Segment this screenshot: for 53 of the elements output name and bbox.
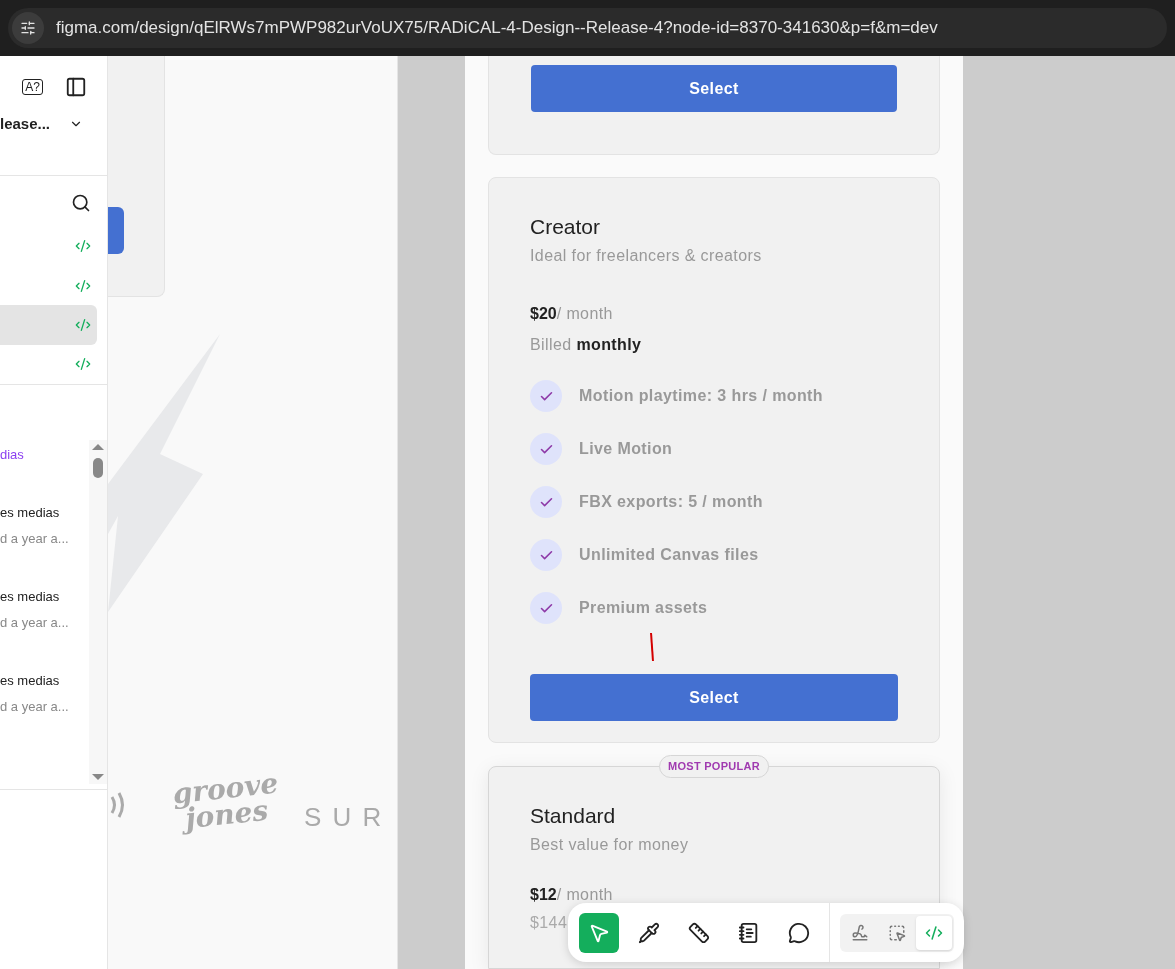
feature-text: FBX exports: 5 / month xyxy=(579,492,763,512)
comment-title[interactable]: es medias xyxy=(0,670,89,690)
select-button[interactable]: Select xyxy=(530,674,898,721)
comment-meta: d a year a... xyxy=(0,614,70,632)
scrollbar[interactable] xyxy=(89,440,107,784)
feature-text: Premium assets xyxy=(579,598,708,618)
price-period: / month xyxy=(556,885,613,905)
price-period: / month xyxy=(556,304,613,324)
code-icon xyxy=(75,356,91,373)
ruler-icon xyxy=(688,921,710,944)
file-name[interactable]: lease... xyxy=(0,113,51,136)
check-icon xyxy=(530,433,562,465)
text-toggle-icon[interactable]: A? xyxy=(22,79,43,95)
plan-name: Creator xyxy=(530,214,602,240)
comment-icon xyxy=(788,921,810,944)
plan-subtitle: Ideal for freelancers & creators xyxy=(530,246,763,266)
url-text: figma.com/design/qElRWs7mPWP982urVoUX75/RADiCAL-4-Design--Release-4?node-id=8370-341630&p=f&m=dev xyxy=(56,17,938,40)
logo: S U R xyxy=(304,801,384,834)
check-icon xyxy=(530,380,562,412)
price: $20 xyxy=(530,304,557,324)
logo: groove jones xyxy=(171,770,281,834)
eyedropper-icon xyxy=(638,921,660,944)
comment-title[interactable]: es medias xyxy=(0,502,89,522)
code-icon xyxy=(925,923,943,942)
comment-meta: d a year a... xyxy=(0,698,70,716)
panel-toggle-icon[interactable] xyxy=(65,76,87,98)
feature-text: Live Motion xyxy=(579,439,673,459)
code-icon xyxy=(75,238,91,255)
billing-text: $144 xyxy=(530,913,568,933)
code-icon xyxy=(75,316,91,333)
feature-text: Unlimited Canvas files xyxy=(579,545,759,565)
check-icon xyxy=(530,539,562,571)
check-icon xyxy=(530,592,562,624)
comment-meta: d a year a... xyxy=(0,530,70,548)
select-button[interactable] xyxy=(108,207,124,254)
search-icon[interactable] xyxy=(71,193,91,213)
annotation-icon xyxy=(738,921,760,944)
most-popular-badge: MOST POPULAR xyxy=(659,755,769,778)
select-button[interactable]: Select xyxy=(531,65,897,112)
code-icon xyxy=(75,277,91,294)
scribble-icon xyxy=(851,923,869,942)
plan-name: Standard xyxy=(530,803,617,829)
comment-title[interactable]: es medias xyxy=(0,586,89,606)
site-settings-icon[interactable] xyxy=(12,12,44,44)
check-icon xyxy=(530,486,562,518)
plan-subtitle: Best value for money xyxy=(530,835,690,855)
comments-heading[interactable]: dias xyxy=(0,445,89,465)
billing-text: Billed monthly xyxy=(530,335,643,355)
layout-select-icon xyxy=(888,923,906,942)
feature-text: Motion playtime: 3 hrs / month xyxy=(579,386,823,406)
mode-button[interactable] xyxy=(916,915,952,950)
price: $12 xyxy=(530,885,557,905)
address-bar[interactable]: figma.com/design/qElRWs7mPWP982urVoUX75/RADiCAL-4-Design--Release-4?node-id=8370-341630&p=f&m=dev xyxy=(8,8,1167,48)
